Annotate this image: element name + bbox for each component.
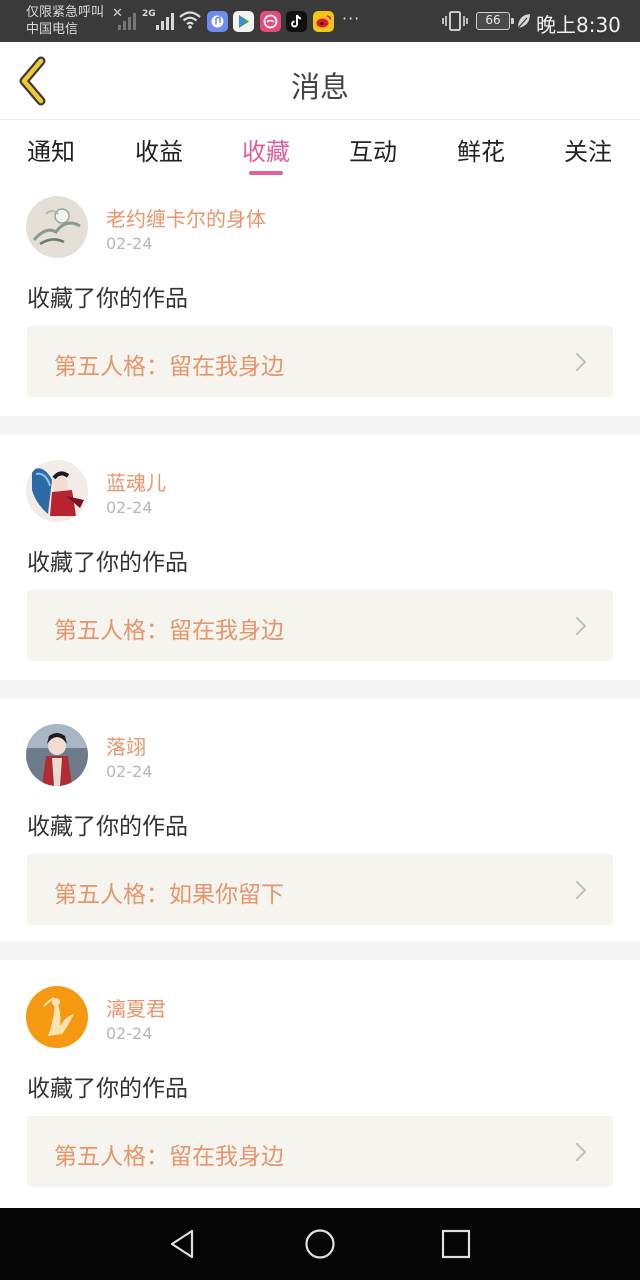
more-notifications-icon: ··· — [342, 9, 361, 28]
battery-icon: 66 — [476, 12, 514, 30]
play-store-icon — [233, 11, 254, 32]
vibrate-icon — [442, 11, 468, 31]
chevron-right-icon — [575, 352, 587, 372]
chevron-right-icon — [575, 880, 587, 900]
work-title: 第五人格：留在我身边 — [54, 354, 284, 380]
message-date: 02-24 — [106, 498, 153, 517]
message-text: 收藏了你的作品 — [27, 286, 188, 312]
avatar[interactable] — [26, 986, 88, 1048]
nav-recents-button[interactable] — [438, 1226, 474, 1262]
tiktok-icon — [286, 11, 307, 32]
avatar[interactable] — [26, 460, 88, 522]
user-name[interactable]: 老约缠卡尔的身体 — [106, 203, 266, 232]
list-item: 老约缠卡尔的身体 02-24 收藏了你的作品 第五人格：留在我身边 — [0, 178, 640, 416]
chevron-right-icon — [575, 616, 587, 636]
chevron-right-icon — [575, 1142, 587, 1162]
wifi-icon — [179, 11, 201, 29]
music-app-icon — [207, 11, 228, 32]
carrier-emergency-text: 仅限紧急呼叫 — [26, 5, 105, 20]
network-type: 2G — [142, 9, 156, 19]
work-title: 第五人格：留在我身边 — [54, 1144, 284, 1170]
nav-home-button[interactable] — [302, 1226, 338, 1262]
work-title: 第五人格：留在我身边 — [54, 618, 284, 644]
separator — [0, 680, 640, 698]
circle-home-icon — [305, 1229, 335, 1259]
carrier-info: 仅限紧急呼叫 中国电信 — [26, 4, 104, 38]
message-text: 收藏了你的作品 — [27, 814, 188, 840]
separator — [0, 942, 640, 960]
carrier-name: 中国电信 — [26, 22, 79, 37]
app-header: 消息 — [0, 42, 640, 120]
user-name[interactable]: 蓝魂儿 — [106, 467, 166, 496]
work-link[interactable]: 第五人格：留在我身边 — [27, 590, 613, 661]
power-saving-leaf-icon — [517, 14, 530, 29]
avatar[interactable] — [26, 196, 88, 258]
user-name[interactable]: 落翊 — [106, 731, 146, 760]
page-title: 消息 — [290, 70, 349, 104]
signal-strong-icon — [156, 12, 174, 30]
status-bar: 仅限紧急呼叫 中国电信 ✕ 2G ··· 66 晚上8:30 — [0, 0, 640, 42]
tab-favorites[interactable]: 收藏 — [221, 132, 311, 167]
list-item: 蓝魂儿 02-24 收藏了你的作品 第五人格：留在我身边 — [0, 434, 640, 680]
triangle-back-icon — [170, 1229, 194, 1259]
list-item: 漓夏君 02-24 收藏了你的作品 第五人格：留在我身边 — [0, 960, 640, 1208]
work-link[interactable]: 第五人格：如果你留下 — [27, 854, 613, 925]
message-date: 02-24 — [106, 234, 153, 253]
message-text: 收藏了你的作品 — [27, 1076, 188, 1102]
tab-earnings[interactable]: 收益 — [114, 132, 204, 167]
message-text: 收藏了你的作品 — [27, 550, 188, 576]
weibo-icon — [313, 11, 334, 32]
tab-bar: 通知 收益 收藏 互动 鲜花 关注 — [0, 120, 640, 178]
user-name[interactable]: 漓夏君 — [106, 993, 166, 1022]
nav-back-button[interactable] — [164, 1226, 200, 1262]
clock: 晚上8:30 — [536, 13, 621, 37]
music-circle-app-icon — [260, 11, 281, 32]
work-link[interactable]: 第五人格：留在我身边 — [27, 326, 613, 397]
work-title: 第五人格：如果你留下 — [54, 882, 284, 908]
message-date: 02-24 — [106, 762, 153, 781]
work-link[interactable]: 第五人格：留在我身边 — [27, 1116, 613, 1187]
tab-notifications[interactable]: 通知 — [6, 132, 96, 167]
system-nav-bar — [0, 1208, 640, 1280]
tab-follows[interactable]: 关注 — [543, 132, 633, 167]
avatar[interactable] — [26, 724, 88, 786]
list-item: 落翊 02-24 收藏了你的作品 第五人格：如果你留下 — [0, 698, 640, 942]
square-recents-icon — [441, 1229, 471, 1259]
signal-icon — [118, 12, 136, 30]
message-date: 02-24 — [106, 1024, 153, 1043]
separator — [0, 416, 640, 434]
tab-flowers[interactable]: 鲜花 — [436, 132, 526, 167]
active-tab-indicator — [249, 171, 283, 175]
tab-interactions[interactable]: 互动 — [328, 132, 418, 167]
